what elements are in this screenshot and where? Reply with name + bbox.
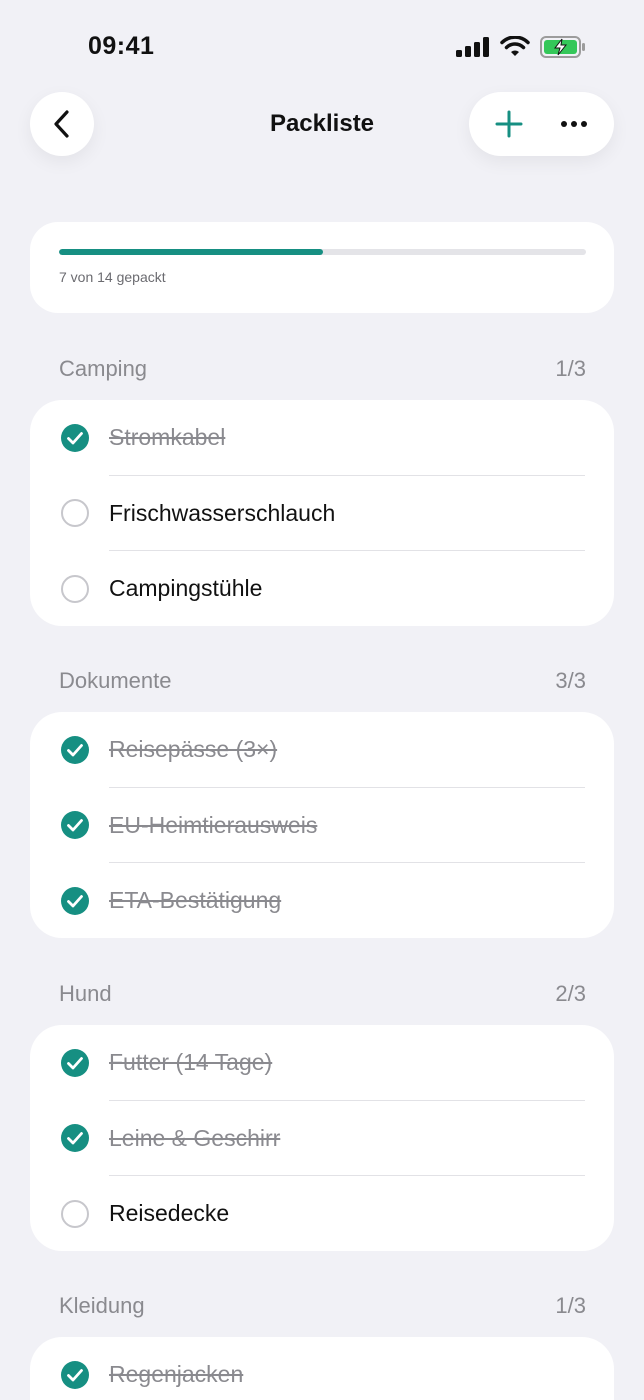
section-count: 3/3 xyxy=(555,668,586,693)
progress-text: 7 von 14 gepackt xyxy=(59,269,166,285)
section-card-camping: Stromkabel Frischwasserschlauch Campings… xyxy=(30,400,614,626)
battery-charging-icon xyxy=(540,36,585,58)
list-item[interactable]: Leine & Geschirr xyxy=(30,1101,614,1176)
section-count: 2/3 xyxy=(555,981,586,1006)
section-card-kleidung: Regenjacken xyxy=(30,1337,614,1400)
section-header-dokumente: Dokumente 3/3 xyxy=(59,668,586,694)
item-label: Reisedecke xyxy=(109,1200,230,1227)
action-buttons xyxy=(469,92,614,156)
item-label: Leine & Geschirr xyxy=(109,1124,281,1151)
checked-circle-icon[interactable] xyxy=(60,810,90,840)
item-label: ETA-Bestätigung xyxy=(109,887,282,914)
list-item[interactable]: Reisedecke xyxy=(30,1176,614,1251)
item-label: Futter (14 Tage) xyxy=(109,1049,273,1076)
empty-circle-icon[interactable] xyxy=(60,1199,90,1229)
wifi-icon xyxy=(500,36,530,56)
progress-bar xyxy=(59,249,586,255)
item-label: Frischwasserschlauch xyxy=(109,499,336,526)
list-item[interactable]: Regenjacken xyxy=(30,1337,614,1400)
status-bar: 09:41 xyxy=(0,0,644,90)
section-title: Camping xyxy=(59,356,148,381)
checked-circle-icon[interactable] xyxy=(60,423,90,453)
empty-circle-icon[interactable] xyxy=(60,498,90,528)
list-item[interactable]: Frischwasserschlauch xyxy=(30,476,614,551)
add-item-button[interactable] xyxy=(481,96,537,152)
section-card-hund: Futter (14 Tage) Leine & Geschirr Reised… xyxy=(30,1025,614,1251)
more-button[interactable] xyxy=(546,96,602,152)
item-label: Regenjacken xyxy=(109,1361,244,1388)
checked-circle-icon[interactable] xyxy=(60,1123,90,1153)
section-title: Dokumente xyxy=(59,668,172,693)
section-header-camping: Camping 1/3 xyxy=(59,356,586,382)
list-item[interactable]: Reisepässe (3×) xyxy=(30,712,614,788)
plus-icon xyxy=(495,110,523,138)
item-label: EU-Heimtierausweis xyxy=(109,811,318,838)
list-item[interactable]: Futter (14 Tage) xyxy=(30,1025,614,1101)
section-count: 1/3 xyxy=(555,1293,586,1318)
section-header-kleidung: Kleidung 1/3 xyxy=(59,1293,586,1319)
item-label: Campingstühle xyxy=(109,575,263,602)
navigation-bar: Packliste xyxy=(0,90,644,158)
cellular-signal-icon xyxy=(456,37,489,57)
progress-fill xyxy=(59,249,323,255)
item-label: Reisepässe (3×) xyxy=(109,736,278,763)
list-item[interactable]: ETA-Bestätigung xyxy=(30,863,614,938)
section-card-dokumente: Reisepässe (3×) EU-Heimtierausweis ETA-B… xyxy=(30,712,614,938)
list-item[interactable]: Stromkabel xyxy=(30,400,614,476)
progress-card: 7 von 14 gepackt xyxy=(30,222,614,313)
section-header-hund: Hund 2/3 xyxy=(59,981,586,1007)
ellipsis-icon xyxy=(560,121,587,127)
status-icons xyxy=(456,36,586,58)
status-time: 09:41 xyxy=(88,32,155,60)
checked-circle-icon[interactable] xyxy=(60,1360,90,1390)
checked-circle-icon[interactable] xyxy=(60,735,90,765)
list-item[interactable]: Campingstühle xyxy=(30,551,614,626)
section-title: Hund xyxy=(59,981,112,1006)
checked-circle-icon[interactable] xyxy=(60,1048,90,1078)
list-item[interactable]: EU-Heimtierausweis xyxy=(30,788,614,863)
section-title: Kleidung xyxy=(59,1293,145,1318)
empty-circle-icon[interactable] xyxy=(60,574,90,604)
item-label: Stromkabel xyxy=(109,424,226,451)
section-count: 1/3 xyxy=(555,356,586,381)
checked-circle-icon[interactable] xyxy=(60,886,90,916)
